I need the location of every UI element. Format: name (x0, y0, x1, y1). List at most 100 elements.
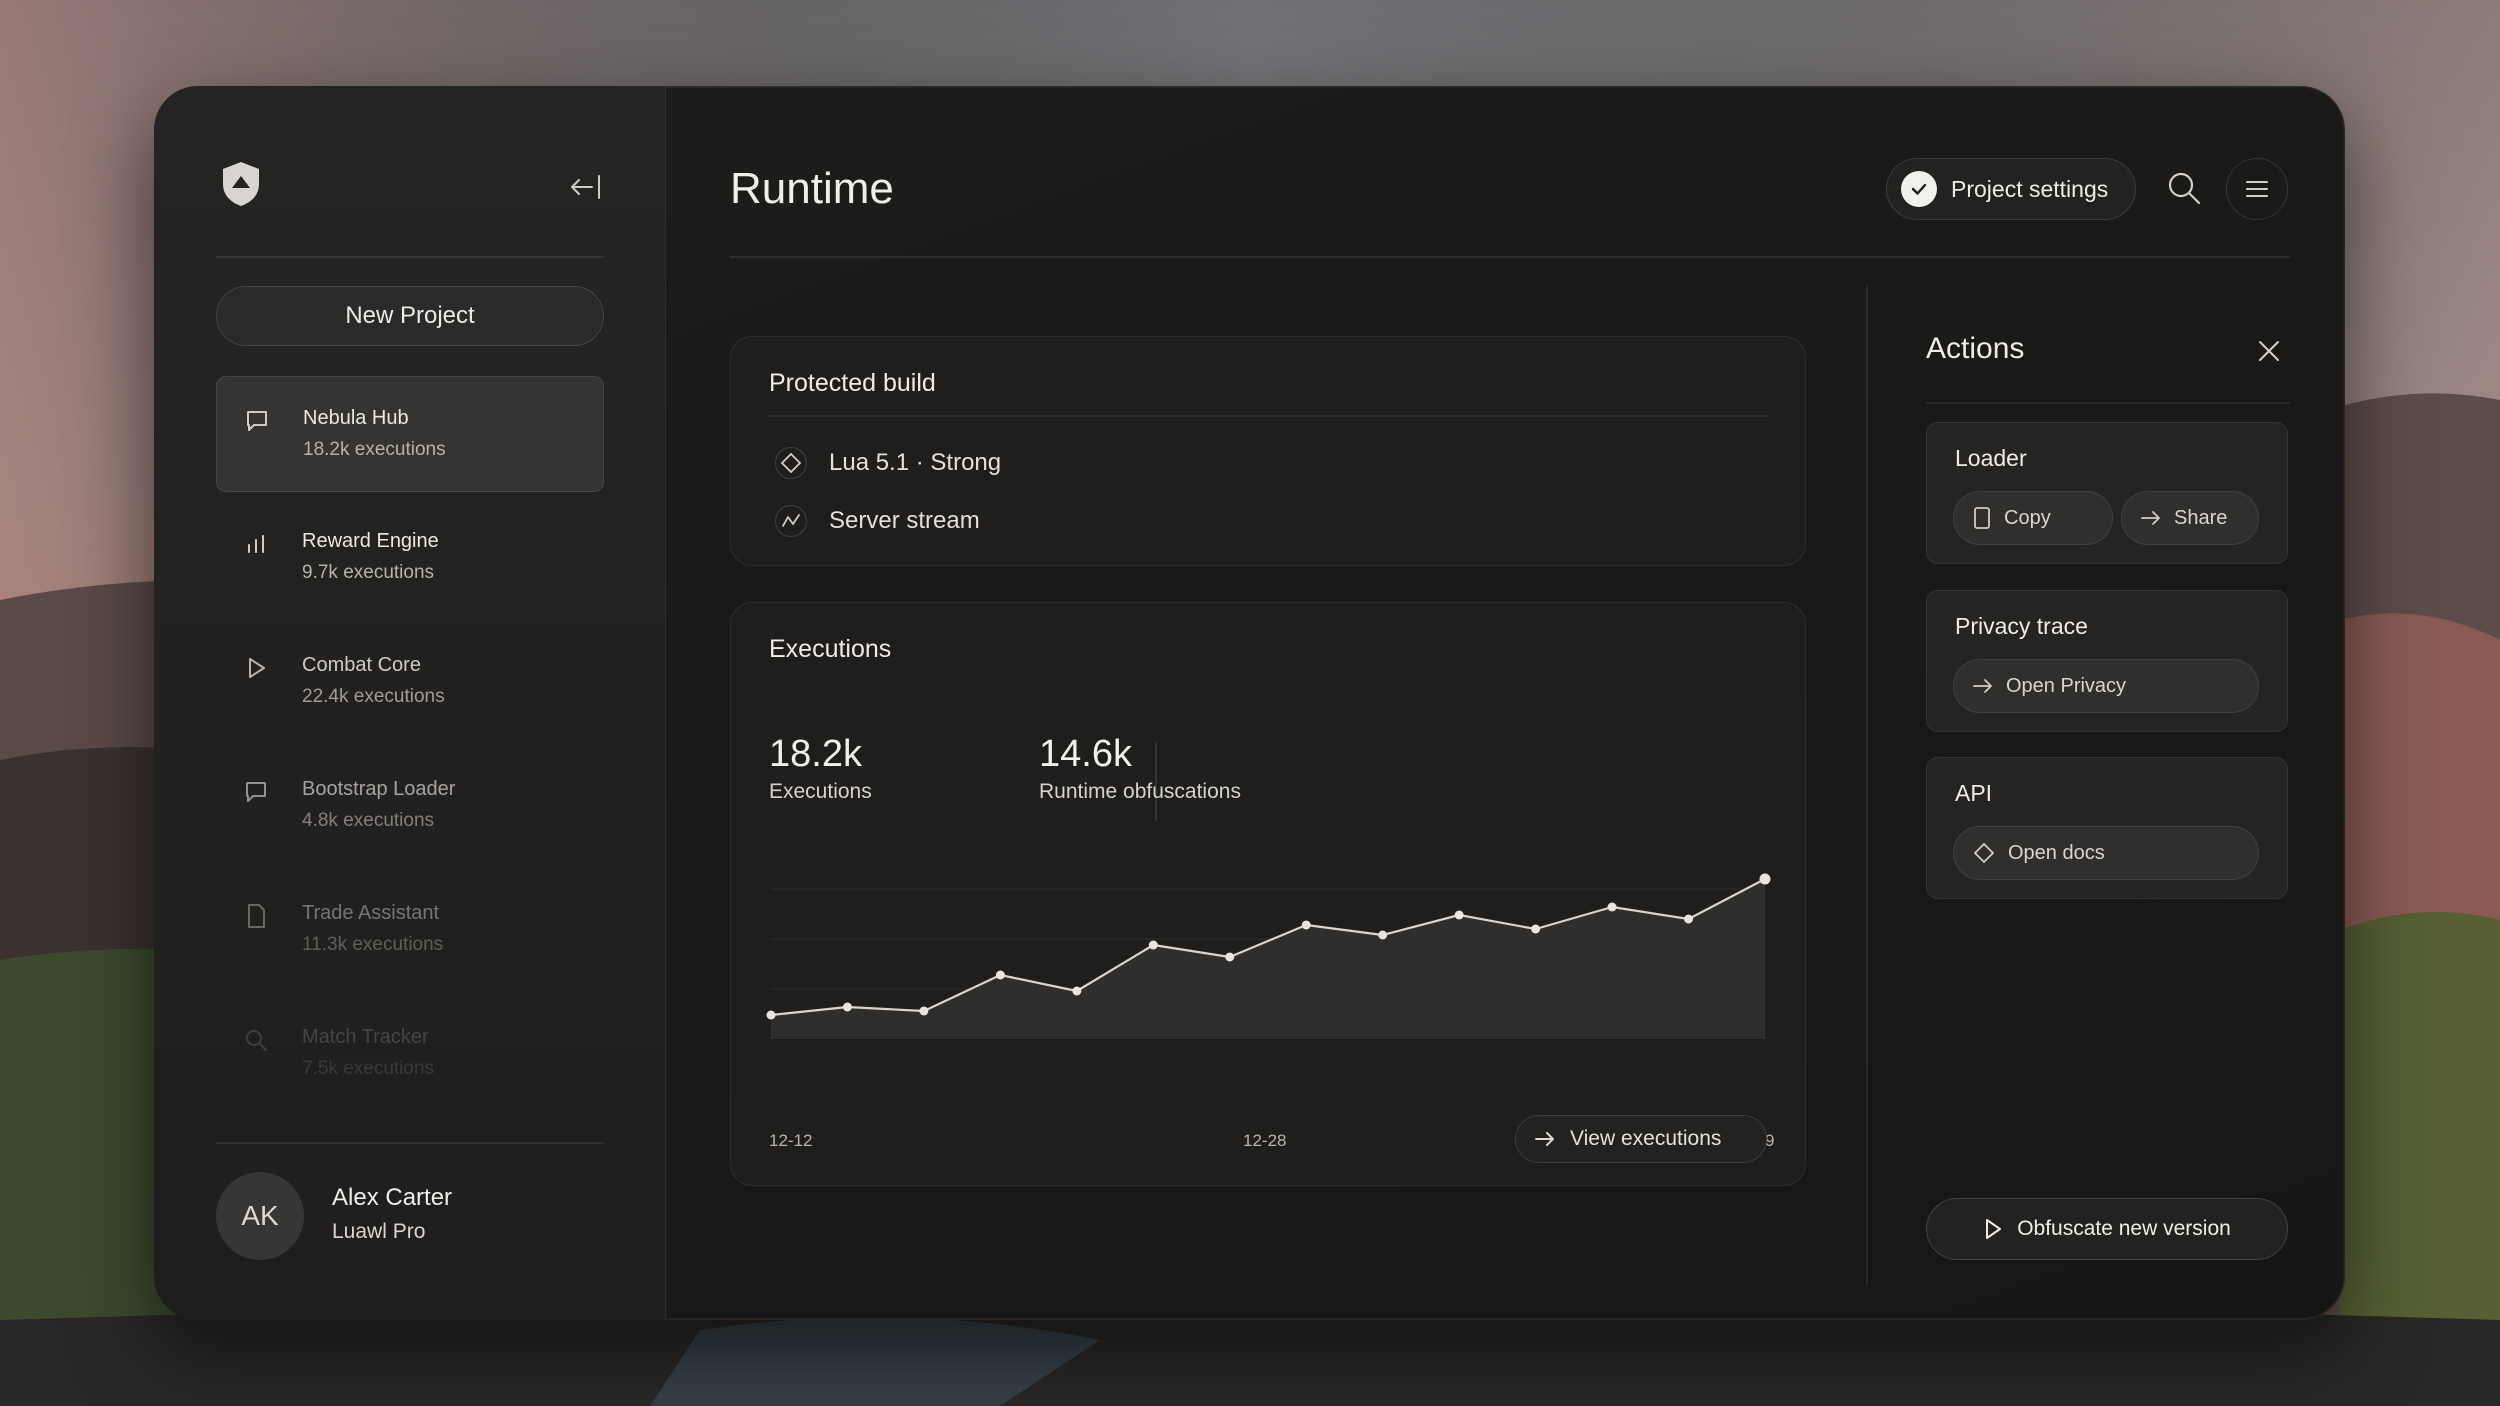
project-item-trade-assistant[interactable]: Trade Assistant 11.3k executions (216, 872, 604, 988)
obfuscate-label: Obfuscate new version (2017, 1217, 2231, 1240)
data-point[interactable] (1225, 952, 1235, 962)
stat-value: 14.6k (1039, 733, 1132, 775)
executions-card: Executions 18.2k Executions 14.6k Runtim… (730, 602, 1806, 1186)
new-project-button[interactable]: New Project (216, 286, 604, 346)
x-tick-label: 12-12 (769, 1131, 813, 1150)
project-meta: 11.3k executions (302, 934, 444, 955)
data-point[interactable] (766, 1010, 776, 1020)
open-docs-button[interactable]: Open docs (1953, 826, 2259, 880)
data-point[interactable] (1531, 924, 1541, 934)
loader-card: Loader Copy Share (1926, 422, 2288, 564)
executions-chart (765, 829, 1777, 1039)
area-chart (766, 873, 1771, 1039)
project-name: Trade Assistant (302, 902, 440, 924)
data-point[interactable] (1072, 986, 1082, 996)
project-list: Nebula Hub 18.2k executions Reward Engin… (216, 376, 604, 1120)
project-meta: 7.5k executions (302, 1058, 435, 1079)
project-name: Match Tracker (302, 1026, 429, 1048)
app-window: New Project Nebula Hub 18.2k executions … (154, 86, 2345, 1320)
card-title: Protected build (769, 369, 936, 397)
share-label: Share (2174, 506, 2228, 529)
action-card-title: Loader (1955, 445, 2027, 471)
stat-value: 18.2k (769, 733, 862, 775)
data-point[interactable] (995, 970, 1005, 980)
project-item-combat-core[interactable]: Combat Core 22.4k executions (216, 624, 604, 740)
project-meta: 18.2k executions (303, 439, 446, 460)
project-name: Reward Engine (302, 530, 439, 552)
search-icon[interactable] (2164, 168, 2204, 208)
sidebar-divider (216, 1142, 604, 1144)
data-point[interactable] (842, 1002, 852, 1012)
stream-icon (775, 505, 807, 537)
x-tick-label: 12-28 (1243, 1131, 1287, 1150)
chat-icon (246, 782, 266, 802)
user-plan: Luawl Pro (332, 1220, 426, 1243)
data-point[interactable] (1684, 914, 1694, 924)
check-icon (1901, 171, 1937, 207)
view-executions-label: View executions (1570, 1127, 1722, 1150)
sidebar-divider (216, 256, 604, 258)
arrow-right-icon (2141, 511, 2160, 525)
document-icon (248, 904, 265, 928)
data-point[interactable] (919, 1006, 929, 1016)
collapse-sidebar-icon[interactable] (568, 172, 604, 202)
project-item-reward-engine[interactable]: Reward Engine 9.7k executions (216, 500, 604, 616)
arrow-right-icon (1535, 1132, 1554, 1146)
chat-icon (247, 411, 267, 431)
project-meta: 4.8k executions (302, 810, 435, 831)
stat-label: Executions (769, 780, 872, 803)
project-item-nebula-hub[interactable]: Nebula Hub 18.2k executions (216, 376, 604, 492)
menu-button[interactable] (2226, 158, 2288, 220)
api-card: API Open docs (1926, 757, 2288, 899)
stat-label: Runtime obfuscations (1039, 780, 1241, 803)
project-item-match-tracker[interactable]: Match Tracker 7.5k executions (216, 996, 604, 1112)
actions-panel-divider (1866, 286, 1868, 1286)
play-icon (249, 658, 265, 678)
project-name: Bootstrap Loader (302, 778, 456, 800)
data-point[interactable] (1607, 902, 1617, 912)
shield-logo-icon (223, 162, 259, 206)
project-settings-button[interactable]: Project settings (1886, 158, 2136, 220)
action-card-title: Privacy trace (1955, 613, 2088, 639)
user-name: Alex Carter (332, 1184, 453, 1211)
build-language-text: Lua 5.1 · Strong (829, 449, 1002, 476)
close-icon[interactable] (2254, 336, 2284, 366)
data-point[interactable] (1148, 940, 1158, 950)
stat-runtime-obfuscations: 14.6k Runtime obfuscations (1039, 733, 1241, 804)
page-title: Runtime (730, 164, 894, 213)
open-privacy-label: Open Privacy (2006, 674, 2127, 697)
project-meta: 22.4k executions (302, 686, 445, 707)
data-point[interactable] (1378, 930, 1388, 940)
copy-button[interactable]: Copy (1953, 491, 2113, 545)
card-title: Executions (769, 635, 892, 663)
action-card-title: API (1955, 780, 1993, 806)
build-row-language: Lua 5.1 · Strong (775, 447, 1001, 479)
card-divider (769, 415, 1769, 417)
protected-build-card: Protected build Lua 5.1 · Strong Server … (730, 336, 1806, 566)
open-privacy-button[interactable]: Open Privacy (1953, 659, 2259, 713)
data-point[interactable] (1759, 873, 1771, 885)
sidebar: New Project Nebula Hub 18.2k executions … (154, 86, 666, 1320)
project-name: Nebula Hub (303, 407, 409, 429)
data-point[interactable] (1454, 910, 1464, 920)
project-item-bootstrap-loader[interactable]: Bootstrap Loader 4.8k executions (216, 748, 604, 864)
code-icon (1973, 842, 1995, 864)
search-icon (246, 1030, 267, 1051)
play-icon (1986, 1219, 2002, 1239)
build-row-stream: Server stream (775, 505, 980, 537)
hamburger-icon (2246, 181, 2268, 197)
share-button[interactable]: Share (2121, 491, 2259, 545)
header-divider (730, 256, 2290, 258)
area-fill (771, 879, 1765, 1039)
project-name: Combat Core (302, 654, 421, 676)
open-docs-label: Open docs (2008, 841, 2105, 864)
obfuscate-new-version-button[interactable]: Obfuscate new version (1926, 1198, 2288, 1260)
copy-icon (1974, 507, 1990, 529)
actions-divider (1926, 402, 2290, 404)
stat-executions: 18.2k Executions (769, 733, 872, 804)
project-settings-label: Project settings (1951, 175, 2109, 202)
view-executions-button[interactable]: View executions (1515, 1115, 1767, 1163)
arrow-right-icon (1973, 679, 1992, 693)
avatar[interactable]: AK (216, 1172, 304, 1260)
data-point[interactable] (1301, 920, 1311, 930)
